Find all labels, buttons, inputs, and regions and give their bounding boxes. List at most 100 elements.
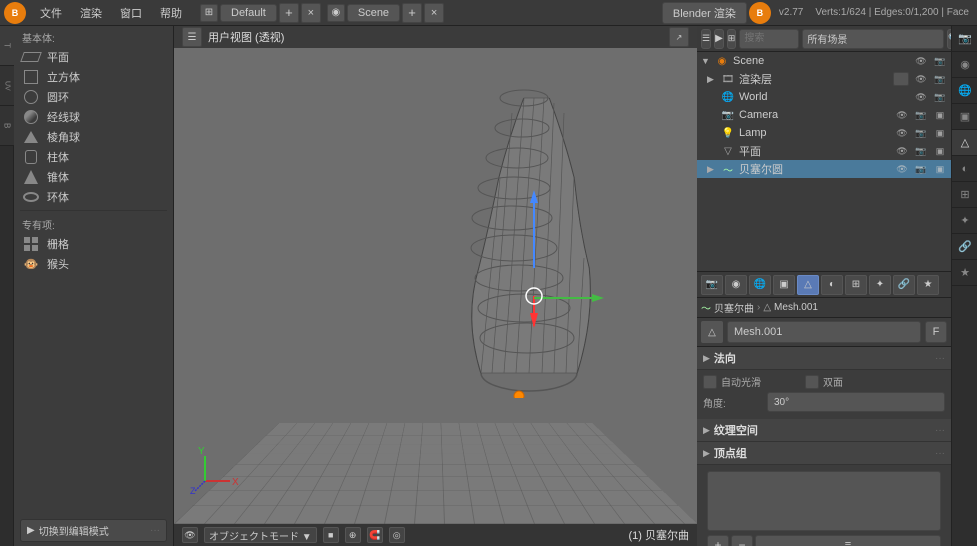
scene-visibility-icon[interactable]: 👁 <box>914 54 928 68</box>
sidebar-item-monkey[interactable]: 🐵 猴头 <box>14 254 173 274</box>
view-icon[interactable]: 👁 <box>182 527 198 543</box>
mesh-name-fake-user-btn[interactable]: F <box>925 321 947 343</box>
lamp-render[interactable]: ▣ <box>933 126 947 140</box>
props-btn-mesh[interactable]: △ <box>797 275 819 295</box>
renderlayer-extra[interactable] <box>893 72 909 86</box>
camera-render[interactable]: ▣ <box>933 108 947 122</box>
right-tab-material[interactable]: ◐ <box>952 156 977 182</box>
tab-b[interactable]: B <box>0 106 14 146</box>
right-tab-world[interactable]: 🌐 <box>952 78 977 104</box>
right-tab-particle[interactable]: ✦ <box>952 208 977 234</box>
tab-uv[interactable]: UV <box>0 66 14 106</box>
renderlayer-cam[interactable]: 📷 <box>933 72 947 86</box>
render-engine-selector[interactable]: Blender 渲染 <box>662 2 747 24</box>
plane-cam[interactable]: 📷 <box>914 144 928 158</box>
sidebar-item-circle[interactable]: 圆环 <box>14 87 173 107</box>
menu-file[interactable]: 文件 <box>32 3 70 23</box>
angle-value[interactable]: 30° <box>767 392 945 412</box>
tree-item-camera[interactable]: 📷 Camera 👁 📷 ▣ <box>697 106 951 124</box>
props-btn-material[interactable]: ◐ <box>821 275 843 295</box>
mode-select[interactable]: オブジェクトモード ▼ <box>204 527 317 543</box>
sidebar-item-cube[interactable]: 立方体 <box>14 67 173 87</box>
right-tab-render[interactable]: 📷 <box>952 26 977 52</box>
menu-window[interactable]: 窗口 <box>112 3 150 23</box>
pivot-icon[interactable]: ⊕ <box>345 527 361 543</box>
viewport-shading[interactable]: ■ <box>323 527 339 543</box>
menu-render[interactable]: 渲染 <box>72 3 110 23</box>
edit-mode-btn[interactable]: ▶ 切换到编辑模式 ··· <box>20 519 167 542</box>
blender-logo[interactable]: B <box>4 2 26 24</box>
vgroup-menu-btn[interactable]: ≡ <box>755 535 941 546</box>
viewport-menu-icon[interactable]: ☰ <box>182 27 202 47</box>
tree-item-renderlayer[interactable]: ▶ 🎞 渲染层 👁 📷 <box>697 70 951 88</box>
sidebar-item-plane[interactable]: 平面 <box>14 47 173 67</box>
right-tab-texture[interactable]: ⊞ <box>952 182 977 208</box>
right-tab-physics[interactable]: 🔗 <box>952 234 977 260</box>
right-tab-object[interactable]: ▣ <box>952 104 977 130</box>
tree-item-lamp[interactable]: 💡 Lamp 👁 📷 ▣ <box>697 124 951 142</box>
lamp-cam[interactable]: 📷 <box>914 126 928 140</box>
proportional-icon[interactable]: ◎ <box>389 527 405 543</box>
props-btn-physics[interactable]: 🔗 <box>893 275 915 295</box>
breadcrumb-bezier[interactable]: 〜 贝塞尔曲 <box>701 300 754 315</box>
outliner-add-btn[interactable]: ▶ <box>714 29 724 49</box>
scene-add-btn[interactable]: + <box>402 3 422 23</box>
vgroup-add-btn[interactable]: + <box>707 535 729 546</box>
breadcrumb-mesh[interactable]: △ Mesh.001 <box>763 302 818 313</box>
viewport-3d[interactable]: X Y Z <box>174 48 697 524</box>
plane-eye[interactable]: 👁 <box>895 144 909 158</box>
bezier-cam[interactable]: 📷 <box>914 162 928 176</box>
scene-camera-icon[interactable]: 📷 <box>933 54 947 68</box>
props-btn-object[interactable]: ▣ <box>773 275 795 295</box>
section-header-vgroup[interactable]: ▶ 顶点组 ··· <box>697 442 951 465</box>
outliner-all-scenes[interactable] <box>802 29 944 49</box>
outliner-menu-btn[interactable]: ☰ <box>701 29 711 49</box>
tree-item-bezier[interactable]: ▶ 〜 贝塞尔圆 👁 📷 ▣ <box>697 160 951 178</box>
sidebar-item-icosphere[interactable]: 棱角球 <box>14 127 173 147</box>
tree-item-plane[interactable]: ▽ 平面 👁 📷 ▣ <box>697 142 951 160</box>
outliner-filter-btn[interactable]: ⊞ <box>727 29 737 49</box>
tree-item-scene[interactable]: ▼ ◉ Scene 👁 📷 <box>697 52 951 70</box>
right-tab-scene[interactable]: ◉ <box>952 52 977 78</box>
right-tab-mesh[interactable]: △ <box>952 130 977 156</box>
workspace-add-btn[interactable]: + <box>279 3 299 23</box>
camera-eye[interactable]: 👁 <box>895 108 909 122</box>
props-btn-world[interactable]: 🌐 <box>749 275 771 295</box>
plane-render[interactable]: ▣ <box>933 144 947 158</box>
mesh-name-input[interactable] <box>727 321 921 343</box>
torus-icon <box>20 189 42 205</box>
lamp-eye[interactable]: 👁 <box>895 126 909 140</box>
section-header-texspace[interactable]: ▶ 纹理空间 ··· <box>697 419 951 442</box>
scene-close-btn[interactable]: × <box>424 3 444 23</box>
sidebar-item-uvsphere[interactable]: 经线球 <box>14 107 173 127</box>
props-btn-particle[interactable]: ✦ <box>869 275 891 295</box>
world-cam[interactable]: 📷 <box>933 90 947 104</box>
camera-cam[interactable]: 📷 <box>914 108 928 122</box>
sidebar-item-torus[interactable]: 环体 <box>14 187 173 207</box>
outliner-search-input[interactable] <box>739 29 799 49</box>
scene-selector[interactable]: Scene <box>347 4 400 22</box>
props-btn-scene[interactable]: ◉ <box>725 275 747 295</box>
sidebar-item-cylinder[interactable]: 柱体 <box>14 147 173 167</box>
menu-help[interactable]: 帮助 <box>152 3 190 23</box>
tab-tools[interactable]: T <box>0 26 14 66</box>
renderlayer-eye[interactable]: 👁 <box>914 72 928 86</box>
sidebar-item-cone[interactable]: 锥体 <box>14 167 173 187</box>
tree-item-world[interactable]: 🌐 World 👁 📷 <box>697 88 951 106</box>
workspace-close-btn[interactable]: × <box>301 3 321 23</box>
double-side-checkbox[interactable] <box>805 375 819 389</box>
sidebar-item-grid[interactable]: 栅格 <box>14 234 173 254</box>
viewport-expand-btn[interactable]: ↗ <box>669 27 689 47</box>
world-eye[interactable]: 👁 <box>914 90 928 104</box>
props-btn-render[interactable]: 📷 <box>701 275 723 295</box>
props-btn-texture[interactable]: ⊞ <box>845 275 867 295</box>
workspace-selector[interactable]: Default <box>220 4 277 22</box>
snap-icon[interactable]: 🧲 <box>367 527 383 543</box>
vgroup-remove-btn[interactable]: − <box>731 535 753 546</box>
auto-smooth-checkbox[interactable] <box>703 375 717 389</box>
props-btn-constraint[interactable]: ★ <box>917 275 939 295</box>
section-header-normal[interactable]: ▶ 法向 ··· <box>697 347 951 370</box>
bezier-render[interactable]: ▣ <box>933 162 947 176</box>
right-tab-constraint[interactable]: ★ <box>952 260 977 286</box>
bezier-eye[interactable]: 👁 <box>895 162 909 176</box>
